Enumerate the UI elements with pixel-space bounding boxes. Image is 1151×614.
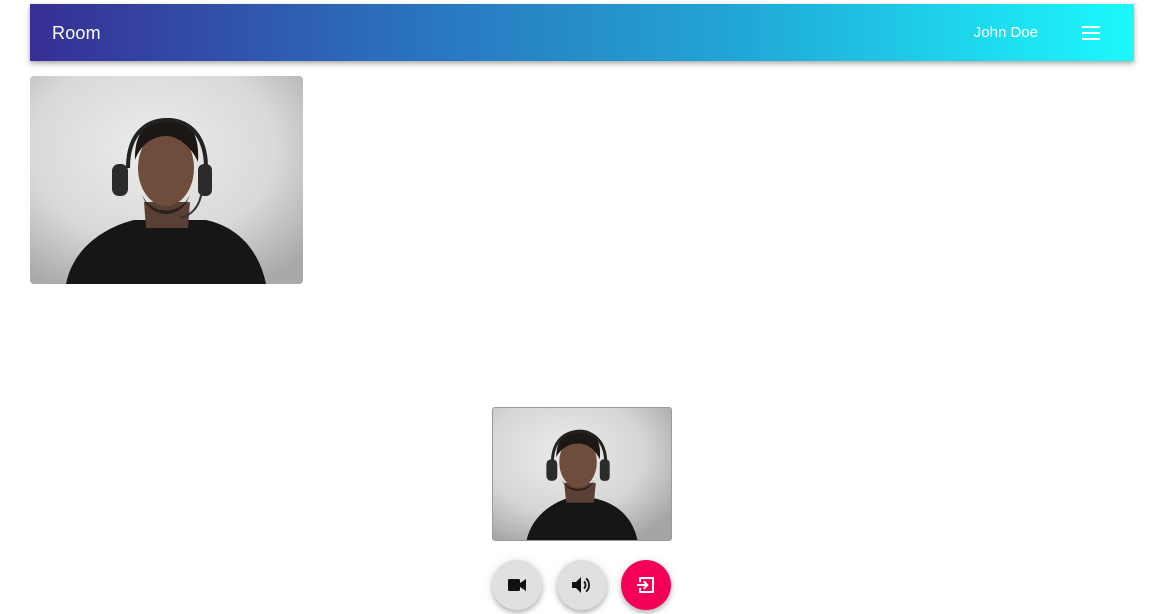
toggle-audio-button[interactable] [557, 560, 607, 610]
app-bar: Room John Doe [30, 4, 1134, 61]
remote-video-frame [30, 76, 303, 284]
remote-video[interactable] [30, 76, 303, 284]
local-video-frame [493, 408, 671, 540]
local-video[interactable] [492, 407, 672, 541]
videocam-icon [508, 579, 526, 591]
toggle-video-button[interactable] [492, 560, 542, 610]
menu-icon [1082, 26, 1100, 40]
leave-room-button[interactable] [621, 560, 671, 610]
menu-button[interactable] [1078, 20, 1104, 46]
user-name[interactable]: John Doe [974, 24, 1038, 41]
page-title: Room [52, 23, 101, 43]
volume-up-icon [572, 577, 590, 593]
exit-icon [637, 577, 654, 593]
